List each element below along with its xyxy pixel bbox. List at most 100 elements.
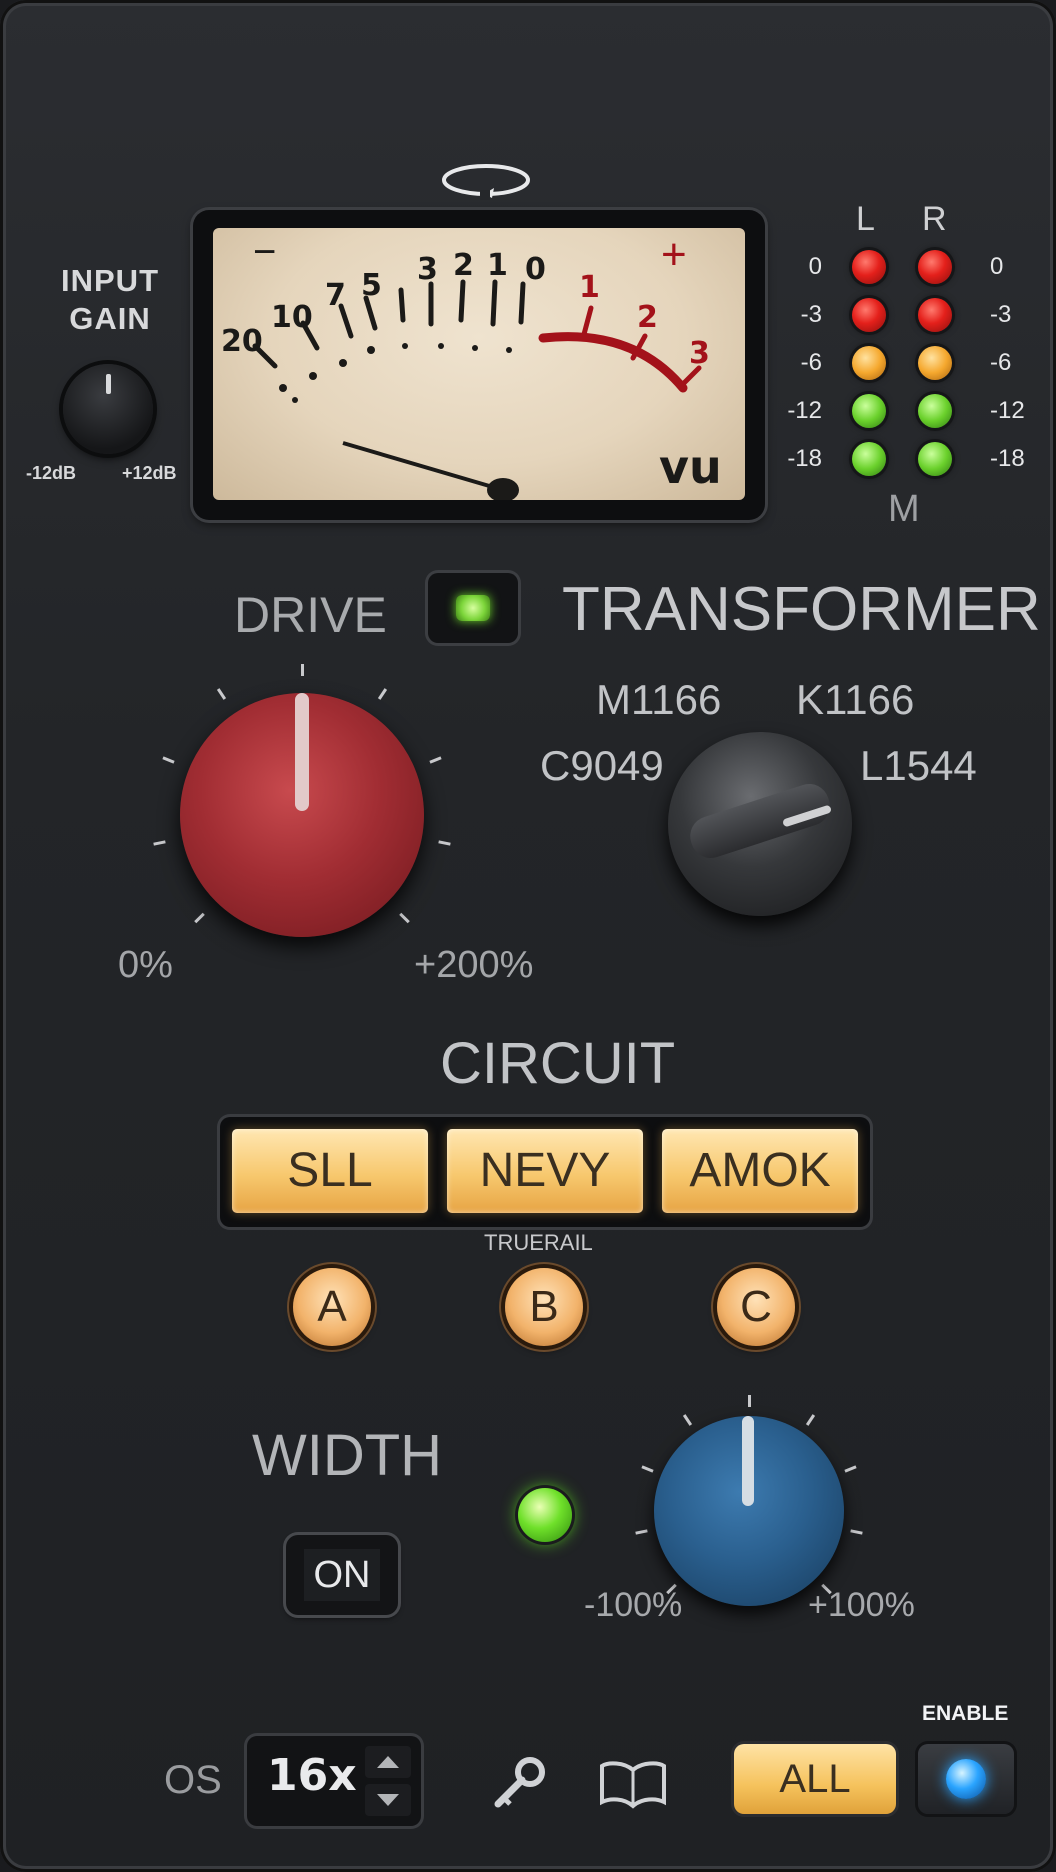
vu-plus-label: + — [661, 230, 687, 279]
circuit-label: CIRCUIT — [440, 1031, 676, 1096]
width-label: WIDTH — [252, 1423, 443, 1488]
vu-minus-label: − — [253, 230, 277, 274]
vu-scale-7: 7 — [325, 278, 346, 313]
meter-scale-right: -18 — [990, 445, 1025, 472]
oversampling-up-button[interactable] — [365, 1746, 411, 1778]
drive-max-label: +200% — [414, 944, 534, 986]
transformer-option-k1166[interactable]: K1166 — [796, 676, 914, 724]
knob-tick — [438, 840, 451, 846]
input-gain-title-line1: INPUT — [61, 263, 159, 298]
meter-led-left — [852, 394, 886, 428]
meter-scale-left: 0 — [808, 253, 822, 280]
knob-tick — [377, 688, 388, 701]
knob-tick — [683, 1413, 693, 1426]
oversampling-control: 16x — [247, 1736, 421, 1826]
width-led — [518, 1488, 572, 1542]
plugin-panel: INPUT GAIN -12dB +12dB − + 20 10 7 5 3 2… — [0, 0, 1056, 1872]
vu-scale-0: 0 — [525, 252, 546, 287]
knob-tick — [805, 1413, 815, 1426]
knob-tick — [634, 1529, 648, 1536]
knob-tick — [194, 912, 205, 923]
vu-scale-plus3: 3 — [689, 336, 710, 371]
variant-c-button[interactable]: C — [717, 1268, 795, 1346]
meter-led-right — [918, 394, 952, 428]
width-max-label: +100% — [808, 1586, 915, 1624]
drive-knob[interactable] — [180, 693, 424, 937]
meter-led-right — [918, 346, 952, 380]
meter-scale-right: -12 — [990, 397, 1025, 424]
input-gain-title-line2: GAIN — [69, 301, 151, 336]
width-knob[interactable] — [654, 1416, 844, 1606]
vu-meter: − + 20 10 7 5 3 2 1 0 1 2 3 vu — [193, 210, 765, 520]
vu-scale-plus2: 2 — [637, 300, 658, 335]
variant-a-button[interactable]: A — [293, 1268, 371, 1346]
knob-tick — [641, 1465, 654, 1473]
meter-led-right — [918, 442, 952, 476]
vu-unit-label: vu — [659, 440, 722, 494]
drive-min-label: 0% — [118, 944, 173, 986]
input-gain-title: INPUT GAIN — [40, 262, 180, 338]
knob-tick — [153, 840, 166, 846]
knob-tick — [429, 755, 443, 764]
knob-tick — [216, 688, 227, 701]
width-on-button[interactable]: ON — [286, 1535, 398, 1615]
meter-scale-right: -3 — [990, 301, 1012, 328]
oversampling-value: 16x — [267, 1750, 357, 1801]
circuit-amok-button[interactable]: AMOK — [662, 1129, 858, 1213]
transformer-toggle[interactable] — [428, 573, 518, 643]
width-min-label: -100% — [584, 1586, 683, 1624]
meter-scale-left: -12 — [787, 397, 822, 424]
meter-right-label: R — [922, 200, 947, 238]
input-gain-min-label: -12dB — [26, 463, 77, 483]
key-icon[interactable] — [488, 1756, 548, 1812]
meter-scale-right: -6 — [990, 349, 1012, 376]
meter-led-right — [918, 298, 952, 332]
meter-mode-label: M — [888, 488, 920, 530]
knob-tick — [747, 1395, 751, 1407]
transformer-option-m1166[interactable]: M1166 — [596, 676, 721, 724]
knob-tick — [161, 755, 175, 764]
meter-scale-right: 0 — [990, 253, 1004, 280]
oversampling-down-button[interactable] — [365, 1784, 411, 1816]
chevron-up-icon — [377, 1756, 399, 1768]
vu-scale-10: 10 — [271, 300, 313, 335]
meter-scale-left: -3 — [800, 301, 822, 328]
transformer-option-c9049[interactable]: C9049 — [540, 742, 664, 790]
input-gain-knob[interactable] — [63, 364, 153, 454]
meter-led-right — [918, 250, 952, 284]
circuit-selector: SLL NEVY AMOK — [220, 1117, 870, 1227]
width-on-label: ON — [304, 1549, 380, 1601]
vu-scale-plus1: 1 — [579, 270, 600, 305]
meter-scale-left: -6 — [800, 349, 822, 376]
drive-label: DRIVE — [234, 587, 387, 643]
transformer-led — [456, 595, 490, 621]
meter-led-left — [852, 298, 886, 332]
vu-scale-3: 3 — [417, 252, 438, 287]
circuit-sll-button[interactable]: SLL — [232, 1129, 428, 1213]
vu-scale-1: 1 — [487, 248, 508, 283]
variant-b-button[interactable]: B — [505, 1268, 583, 1346]
circuit-nevy-button[interactable]: NEVY — [447, 1129, 643, 1213]
enable-button[interactable] — [918, 1744, 1014, 1814]
loop-arrow-icon[interactable] — [440, 160, 532, 200]
meter-left-label: L — [856, 200, 875, 238]
knob-tick — [300, 664, 304, 676]
truerail-label: TRUERAIL — [484, 1230, 593, 1255]
enable-label: ENABLE — [922, 1702, 1009, 1725]
vu-scale-20: 20 — [221, 324, 263, 359]
vu-scale-5: 5 — [361, 268, 382, 303]
transformer-selector-knob[interactable] — [668, 732, 852, 916]
all-button[interactable]: ALL — [734, 1744, 896, 1814]
knob-tick — [844, 1465, 857, 1473]
vu-meter-face: − + 20 10 7 5 3 2 1 0 1 2 3 vu — [213, 228, 745, 500]
meter-led-left — [852, 250, 886, 284]
os-label: OS — [164, 1758, 222, 1802]
vu-scale-2: 2 — [453, 248, 474, 283]
meter-led-left — [852, 442, 886, 476]
input-gain-max-label: +12dB — [122, 463, 177, 483]
book-icon[interactable] — [598, 1758, 668, 1810]
chevron-down-icon — [377, 1794, 399, 1806]
meter-led-left — [852, 346, 886, 380]
knob-tick — [399, 912, 410, 923]
transformer-option-l1544[interactable]: L1544 — [860, 742, 977, 790]
